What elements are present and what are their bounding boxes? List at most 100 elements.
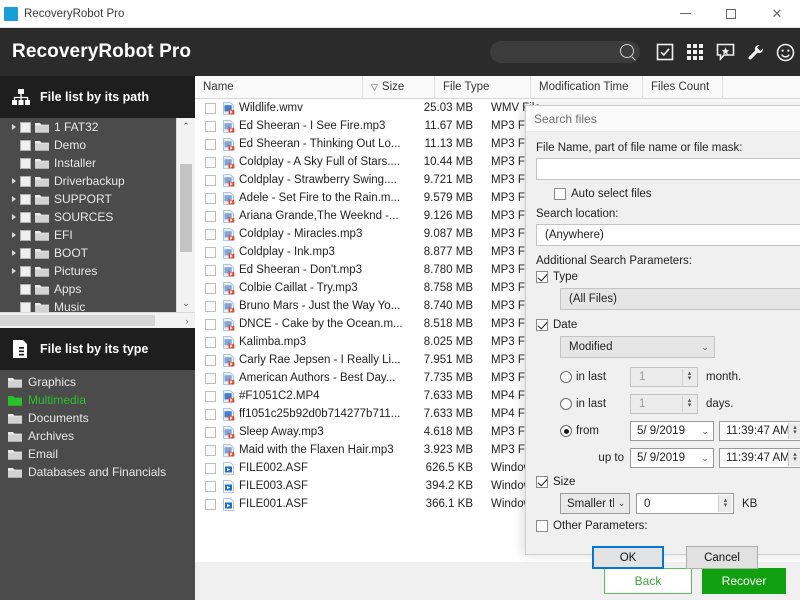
row-checkbox[interactable] [205, 408, 216, 420]
folder-tree-item[interactable]: Driverbackup [0, 172, 176, 190]
expand-arrow-icon[interactable] [8, 124, 20, 130]
folder-tree-item[interactable]: Apps [0, 280, 176, 298]
file-type-item[interactable]: Email [0, 445, 195, 463]
recover-button[interactable]: Recover [702, 568, 786, 594]
folder-checkbox[interactable] [20, 211, 31, 223]
folder-tree-item[interactable]: Music [0, 298, 176, 312]
expand-arrow-icon[interactable] [8, 178, 20, 184]
hscrollbar-thumb[interactable] [0, 315, 155, 326]
file-type-item[interactable]: Archives [0, 427, 195, 445]
scrollbar-thumb[interactable] [180, 164, 192, 252]
filename-input[interactable] [536, 158, 800, 180]
up-to-time-input[interactable]: 11:39:47 AM ▴ ▾ [719, 448, 800, 468]
size-value-input[interactable]: 0 ▴ ▾ [636, 493, 734, 514]
expand-arrow-icon[interactable] [8, 196, 20, 202]
folder-checkbox[interactable] [20, 175, 31, 187]
date-mode-select[interactable]: Modified ⌄ [560, 336, 715, 358]
row-checkbox[interactable] [205, 264, 216, 276]
expand-arrow-icon[interactable] [8, 268, 20, 274]
row-checkbox[interactable] [205, 246, 216, 258]
column-header-files-count[interactable]: Files Count [643, 75, 723, 99]
row-checkbox[interactable] [205, 174, 216, 186]
from-date-input[interactable]: 5/ 9/2019 ⌄ [630, 421, 714, 441]
grid-view-icon[interactable] [680, 28, 710, 76]
maximize-button[interactable] [708, 0, 754, 27]
folder-tree-item[interactable]: Pictures [0, 262, 176, 280]
row-checkbox[interactable] [205, 102, 216, 114]
cancel-button[interactable]: Cancel [686, 546, 758, 569]
up-to-date-row[interactable]: up to 5/ 9/2019 ⌄ 11:39:47 AM ▴ ▾ [560, 448, 800, 468]
column-header-size[interactable]: ▽ Size [363, 75, 435, 99]
folder-checkbox[interactable] [20, 139, 31, 151]
folder-checkbox[interactable] [20, 283, 31, 295]
row-checkbox[interactable] [205, 498, 216, 510]
folder-tree-item[interactable]: SUPPORT [0, 190, 176, 208]
wrench-tool-icon[interactable] [740, 28, 770, 76]
other-parameters-checkbox[interactable]: Other Parameters: [536, 520, 800, 532]
file-type-item[interactable]: Graphics [0, 373, 195, 391]
folder-checkbox[interactable] [20, 247, 31, 259]
row-checkbox[interactable] [205, 282, 216, 294]
spinner-arrows-icon[interactable]: ▴ ▾ [788, 450, 800, 466]
expand-arrow-icon[interactable] [8, 250, 20, 256]
row-checkbox[interactable] [205, 156, 216, 168]
column-header-name[interactable]: Name [195, 75, 363, 99]
spinner-arrows-icon[interactable]: ▴ ▾ [788, 423, 800, 439]
in-last-days-option[interactable]: in last 1 ▴ ▾ days. [560, 394, 800, 414]
folder-checkbox[interactable] [20, 301, 31, 312]
row-checkbox[interactable] [205, 210, 216, 222]
row-checkbox[interactable] [205, 462, 216, 474]
checkbox-select-icon[interactable] [650, 28, 680, 76]
folder-checkbox[interactable] [20, 193, 31, 205]
header-search-input[interactable] [490, 41, 640, 63]
scroll-right-arrow[interactable]: › [179, 313, 195, 328]
row-checkbox[interactable] [205, 138, 216, 150]
folder-tree-item[interactable]: Installer [0, 154, 176, 172]
tree-horizontal-scrollbar[interactable]: › [0, 312, 195, 328]
scroll-up-arrow[interactable]: ⌃ [177, 118, 195, 135]
folder-checkbox[interactable] [20, 229, 31, 241]
from-time-input[interactable]: 11:39:47 AM ▴ ▾ [719, 421, 800, 441]
row-checkbox[interactable] [205, 318, 216, 330]
ok-button[interactable]: OK [592, 546, 664, 569]
up-to-date-input[interactable]: 5/ 9/2019 ⌄ [630, 448, 714, 468]
folder-tree-item[interactable]: SOURCES [0, 208, 176, 226]
folder-tree-item[interactable]: BOOT [0, 244, 176, 262]
dialog-close-icon[interactable]: ✕ [796, 112, 800, 126]
size-operator-select[interactable]: Smaller tha ⌄ [560, 493, 630, 514]
row-checkbox[interactable] [205, 354, 216, 366]
folder-tree-item[interactable]: 1 FAT32 [0, 118, 176, 136]
type-select[interactable]: (All Files) ⌄ [560, 288, 800, 310]
scroll-down-arrow[interactable]: ⌄ [177, 295, 195, 312]
tree-vertical-scrollbar[interactable]: ⌃ ⌄ [176, 118, 195, 312]
row-checkbox[interactable] [205, 480, 216, 492]
row-checkbox[interactable] [205, 390, 216, 402]
file-type-item[interactable]: Documents [0, 409, 195, 427]
folder-checkbox[interactable] [20, 157, 31, 169]
help-smiley-icon[interactable] [770, 28, 800, 76]
in-last-month-option[interactable]: in last 1 ▴ ▾ month. [560, 367, 800, 387]
spinner-arrows-icon[interactable]: ▴ ▾ [682, 396, 696, 412]
row-checkbox[interactable] [205, 228, 216, 240]
close-button[interactable]: ✕ [754, 0, 800, 27]
column-header-file-type[interactable]: File Type [435, 75, 531, 99]
folder-checkbox[interactable] [20, 265, 31, 277]
expand-arrow-icon[interactable] [8, 214, 20, 220]
row-checkbox[interactable] [205, 444, 216, 456]
date-checkbox[interactable]: Date [536, 319, 800, 331]
row-checkbox[interactable] [205, 120, 216, 132]
folder-tree-item[interactable]: Demo [0, 136, 176, 154]
row-checkbox[interactable] [205, 426, 216, 438]
auto-select-files-checkbox[interactable]: Auto select files [554, 188, 800, 200]
in-last-month-spinner[interactable]: 1 ▴ ▾ [630, 367, 698, 387]
column-header-modification-time[interactable]: Modification Time [531, 75, 643, 99]
row-checkbox[interactable] [205, 192, 216, 204]
spinner-arrows-icon[interactable]: ▴ ▾ [682, 369, 696, 385]
row-checkbox[interactable] [205, 336, 216, 348]
feedback-star-icon[interactable] [710, 28, 740, 76]
search-location-select[interactable]: (Anywhere) ⌄ [536, 224, 800, 246]
folder-tree-item[interactable]: EFI [0, 226, 176, 244]
spinner-arrows-icon[interactable]: ▴ ▾ [718, 495, 732, 512]
expand-arrow-icon[interactable] [8, 232, 20, 238]
row-checkbox[interactable] [205, 372, 216, 384]
